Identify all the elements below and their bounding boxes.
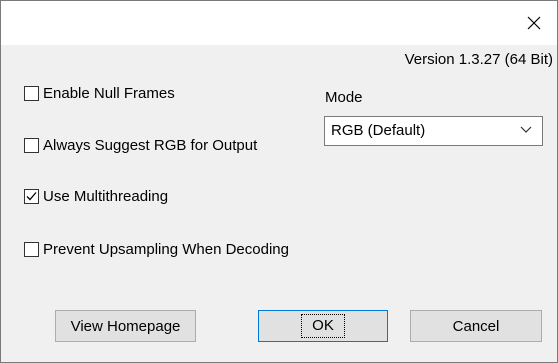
suggest-rgb-label: Always Suggest RGB for Output <box>43 137 258 154</box>
suggest-rgb-option[interactable]: Always Suggest RGB for Output <box>24 137 257 154</box>
checkmark-icon <box>26 192 37 201</box>
prevent-upsampling-option[interactable]: Prevent Upsampling When Decoding <box>24 241 289 258</box>
close-button[interactable] <box>511 1 557 45</box>
ok-button[interactable]: OK <box>258 310 388 342</box>
mode-select[interactable]: RGB (Default) <box>324 116 543 146</box>
close-icon <box>527 16 541 30</box>
view-homepage-label: View Homepage <box>70 317 181 335</box>
cancel-button[interactable]: Cancel <box>410 310 542 342</box>
view-homepage-button[interactable]: View Homepage <box>55 310 196 342</box>
enable-null-frames-checkbox[interactable] <box>24 86 39 101</box>
mode-label: Mode <box>325 89 363 106</box>
multithreading-checkbox[interactable] <box>24 189 39 204</box>
chevron-down-icon <box>520 126 532 133</box>
enable-null-frames-label: Enable Null Frames <box>43 85 175 102</box>
prevent-upsampling-checkbox[interactable] <box>24 242 39 257</box>
mode-selected-value: RGB (Default) <box>331 122 426 139</box>
settings-dialog: Version 1.3.27 (64 Bit) Enable Null Fram… <box>0 0 558 363</box>
title-bar <box>1 1 557 45</box>
enable-null-frames-option[interactable]: Enable Null Frames <box>24 85 175 102</box>
cancel-label: Cancel <box>452 317 500 335</box>
version-label: Version 1.3.27 (64 Bit) <box>404 51 553 68</box>
multithreading-label: Use Multithreading <box>43 188 169 205</box>
ok-label: OK <box>301 314 345 338</box>
prevent-upsampling-label: Prevent Upsampling When Decoding <box>43 241 289 258</box>
multithreading-option[interactable]: Use Multithreading <box>24 188 168 205</box>
suggest-rgb-checkbox[interactable] <box>24 138 39 153</box>
